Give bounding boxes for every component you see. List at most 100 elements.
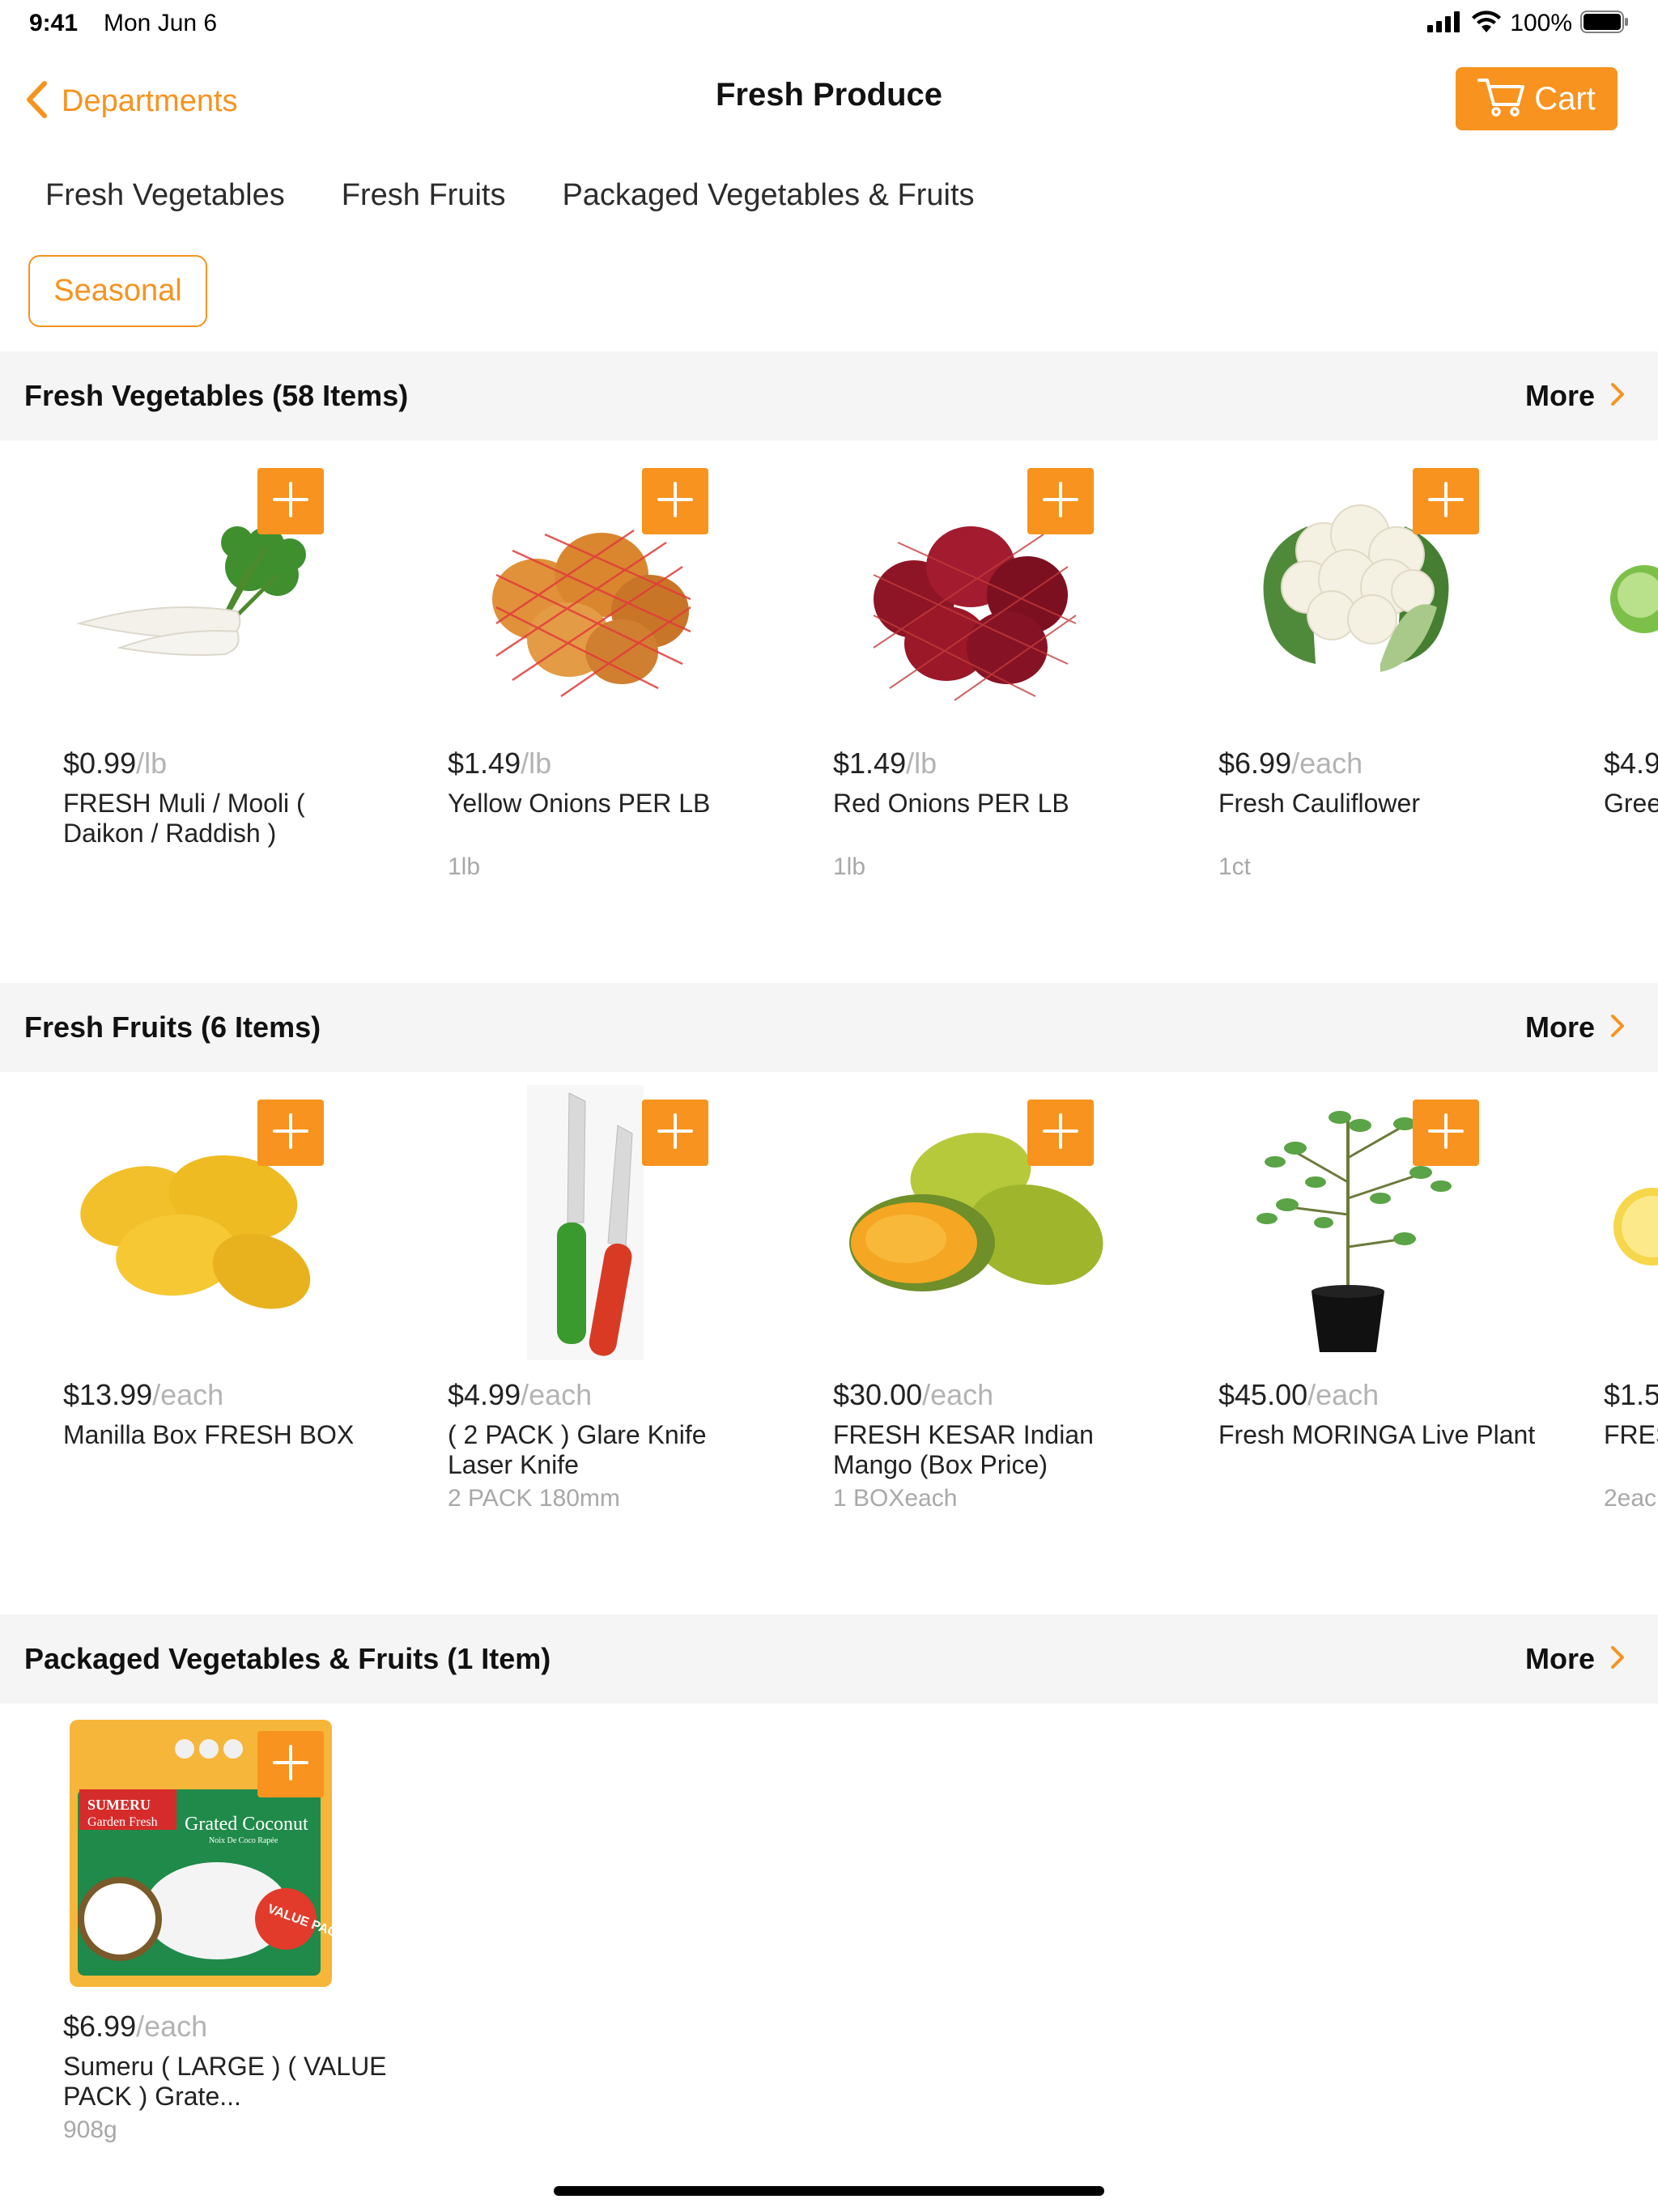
add-to-cart-button[interactable] <box>1413 1100 1479 1166</box>
status-bar: 9:41 Mon Jun 6 100% <box>0 0 1658 49</box>
cellular-signal-icon <box>1427 11 1463 36</box>
price: $4.99/each <box>448 1378 592 1412</box>
product-name: FRES 2 PC <box>1604 1420 1658 1449</box>
price-value: $6.99 <box>63 2010 137 2043</box>
product-card[interactable]: $1.5 FRES 2 PC 2eac <box>1604 1085 1658 1587</box>
product-name: Fresh Cauliflower <box>1218 789 1420 818</box>
product-name: FRESH KESAR Indian Mango (Box Price) <box>833 1420 1094 1479</box>
svg-text:Garden Fresh: Garden Fresh <box>87 1815 158 1829</box>
price: $1.5 <box>1604 1378 1658 1412</box>
price-unit: /each <box>521 1378 593 1411</box>
add-to-cart-button[interactable] <box>257 1731 324 1797</box>
chevron-right-icon <box>1609 1013 1626 1043</box>
cart-icon <box>1477 77 1526 121</box>
product-card[interactable]: $6.99/each Fresh Cauliflower 1ct <box>1218 453 1575 955</box>
product-size: 1 BOXeach <box>833 1485 958 1512</box>
cart-button[interactable]: Cart <box>1456 67 1618 130</box>
product-size: 2eac <box>1604 1485 1657 1512</box>
back-button[interactable]: Departments <box>24 73 238 130</box>
plus-icon <box>657 1112 694 1154</box>
price-unit: /lb <box>136 747 168 780</box>
product-name: Manilla Box FRESH BOX <box>63 1420 355 1449</box>
price-unit: /each <box>152 1378 224 1411</box>
more-button-label: More <box>1524 379 1595 412</box>
product-name: Gree <box>1604 789 1658 818</box>
price-value: $1.5 <box>1604 1378 1658 1411</box>
product-size: 1lb <box>448 853 481 880</box>
add-to-cart-button[interactable] <box>1027 468 1094 534</box>
product-card[interactable]: $1.49/lb Yellow Onions PER LB 1lb <box>448 453 804 955</box>
status-time: 9:41 <box>29 10 79 36</box>
price: $4.9 <box>1604 747 1658 781</box>
page-title: Fresh Produce <box>715 77 943 113</box>
tab-fresh-fruits[interactable]: Fresh Fruits <box>342 178 506 213</box>
product-name: Yellow Onions PER LB <box>448 789 711 818</box>
plus-icon <box>1427 481 1465 522</box>
product-name: Sumeru ( LARGE ) ( VALUE PACK ) Grate... <box>63 2052 387 2111</box>
more-button[interactable]: More <box>1525 351 1626 440</box>
product-size: 1lb <box>833 853 866 880</box>
tab-packaged-vegetables-fruits[interactable]: Packaged Vegetables & Fruits <box>562 178 974 213</box>
product-card[interactable]: SUMERU Garden Fresh Grated Coconut Noix … <box>63 1716 419 2143</box>
tab-fresh-vegetables[interactable]: Fresh Vegetables <box>45 178 285 213</box>
section-header-fresh-vegetables: Fresh Vegetables (58 Items) More <box>0 351 1658 440</box>
price-value: $45.00 <box>1218 1378 1308 1411</box>
product-name: FRESH Muli / Mooli ( Daikon / Raddish ) <box>63 789 305 848</box>
back-button-label: Departments <box>62 83 238 118</box>
price-unit: /each <box>136 2010 208 2043</box>
price-unit: /lb <box>521 747 552 780</box>
price-value: $1.49 <box>833 747 907 780</box>
price-unit: /each <box>1291 747 1363 780</box>
price-value: $13.99 <box>63 1378 153 1411</box>
battery-icon <box>1580 10 1629 37</box>
seasonal-filter-chip[interactable]: Seasonal <box>28 255 207 327</box>
price: $13.99/each <box>63 1378 223 1412</box>
section-title: Fresh Vegetables (58 Items) <box>24 379 409 412</box>
product-name: ( 2 PACK ) Glare Knife Laser Knife <box>448 1420 707 1479</box>
product-card[interactable]: $30.00/each FRESH KESAR Indian Mango (Bo… <box>833 1085 1189 1587</box>
section-title: Packaged Vegetables & Fruits (1 Item) <box>24 1642 551 1675</box>
more-button[interactable]: More <box>1525 1614 1626 1704</box>
add-to-cart-button[interactable] <box>257 1100 324 1166</box>
product-card[interactable]: $4.9 Gree <box>1604 453 1658 955</box>
product-card[interactable]: $1.49/lb Red Onions PER LB 1lb <box>833 453 1189 955</box>
section-header-fresh-fruits: Fresh Fruits (6 Items) More <box>0 983 1658 1072</box>
cart-button-label: Cart <box>1534 80 1596 117</box>
plus-icon <box>657 481 694 522</box>
product-size: 2 PACK 180mm <box>448 1485 620 1512</box>
product-card[interactable]: $4.99/each ( 2 PACK ) Glare Knife Laser … <box>448 1085 804 1587</box>
svg-text:Noix De Coco Rapée: Noix De Coco Rapée <box>209 1836 278 1845</box>
product-card[interactable]: $13.99/each Manilla Box FRESH BOX <box>63 1085 419 1587</box>
add-to-cart-button[interactable] <box>1027 1100 1094 1166</box>
add-to-cart-button[interactable] <box>642 468 708 534</box>
product-size: 1ct <box>1218 853 1252 880</box>
product-card[interactable]: $0.99/lb FRESH Muli / Mooli ( Daikon / R… <box>63 453 419 955</box>
svg-text:SUMERU: SUMERU <box>87 1797 151 1813</box>
battery-percent: 100% <box>1510 10 1572 36</box>
price-unit: /each <box>1307 1378 1380 1411</box>
plus-icon <box>272 1112 309 1154</box>
more-button[interactable]: More <box>1525 983 1626 1072</box>
product-card[interactable]: $45.00/each Fresh MORINGA Live Plant <box>1218 1085 1575 1587</box>
add-to-cart-button[interactable] <box>642 1100 708 1166</box>
chevron-left-icon <box>24 80 49 123</box>
price: $1.49/lb <box>448 747 551 781</box>
add-to-cart-button[interactable] <box>257 468 324 534</box>
plus-icon <box>272 1744 309 1785</box>
add-to-cart-button[interactable] <box>1413 468 1479 534</box>
home-indicator[interactable] <box>554 2186 1104 2196</box>
plus-icon <box>1042 1112 1079 1154</box>
price-unit: /each <box>922 1378 994 1411</box>
chevron-right-icon <box>1609 1644 1626 1674</box>
product-name: Red Onions PER LB <box>833 789 1069 818</box>
price: $1.49/lb <box>833 747 937 781</box>
lemon-image <box>1604 1085 1658 1360</box>
price-value: $30.00 <box>833 1378 923 1411</box>
price-value: $1.49 <box>448 747 521 780</box>
chevron-right-icon <box>1609 381 1626 411</box>
plus-icon <box>1427 1112 1465 1154</box>
price-value: $6.99 <box>1218 747 1292 780</box>
price: $0.99/lb <box>63 747 167 781</box>
wifi-icon <box>1471 10 1502 37</box>
category-tabs: Fresh Vegetables Fresh Fruits Packaged V… <box>45 178 975 213</box>
